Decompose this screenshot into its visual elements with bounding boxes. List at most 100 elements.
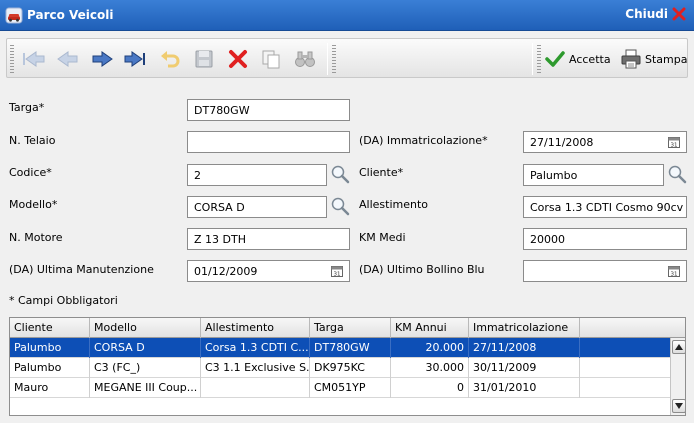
cell-allestimento: C3 1.1 Exclusive S... xyxy=(201,358,310,378)
table-row[interactable]: Palumbo C3 (FC_) C3 1.1 Exclusive S... D… xyxy=(10,358,670,378)
codice-lookup-search-icon[interactable] xyxy=(330,164,350,184)
ultima-manutenzione-field[interactable]: 01/12/2009 31 xyxy=(187,260,350,282)
table-row[interactable]: Palumbo CORSA D Corsa 1.3 CDTI C... DT78… xyxy=(10,338,670,358)
arrow-down-icon xyxy=(675,403,683,409)
save-icon xyxy=(195,50,213,68)
calendar-day: 31 xyxy=(671,272,678,278)
cliente-lookup-search-icon[interactable] xyxy=(667,164,687,184)
cell-modello: C3 (FC_) xyxy=(90,358,201,378)
cell-modello: CORSA D xyxy=(90,338,201,358)
cell-targa: DK975KC xyxy=(310,358,391,378)
toolbar-separator xyxy=(327,43,328,75)
delete-button[interactable] xyxy=(223,43,253,75)
grid-header: Cliente Modello Allestimento Targa KM An… xyxy=(10,318,685,338)
column-header-cliente[interactable]: Cliente xyxy=(10,318,90,338)
cell-km-annui: 30.000 xyxy=(391,358,469,378)
calendar-day: 31 xyxy=(334,272,341,278)
close-icon xyxy=(672,7,686,21)
title-bar: Parco Veicoli Chiudi xyxy=(0,0,694,31)
close-label: Chiudi xyxy=(625,7,668,21)
column-header-modello[interactable]: Modello xyxy=(90,318,201,338)
cliente-label: Cliente* xyxy=(359,166,404,179)
immatricolazione-field[interactable]: 27/11/2008 31 xyxy=(523,131,687,153)
modello-field[interactable]: CORSA D xyxy=(187,196,327,218)
next-record-button[interactable] xyxy=(87,43,117,75)
arrow-up-icon xyxy=(675,344,683,350)
toolbar-grip[interactable] xyxy=(537,45,541,73)
cell-modello: MEGANE III Coup... xyxy=(90,378,201,398)
scroll-up-button[interactable] xyxy=(672,340,685,354)
telaio-field[interactable] xyxy=(187,131,350,153)
printer-icon xyxy=(621,49,641,69)
immatricolazione-value: 27/11/2008 xyxy=(530,136,594,149)
cell-immatricolazione: 27/11/2008 xyxy=(469,338,580,358)
window-title: Parco Veicoli xyxy=(27,8,114,22)
motore-field[interactable]: Z 13 DTH xyxy=(187,228,350,250)
calendar-icon[interactable]: 31 xyxy=(668,265,680,277)
calendar-icon[interactable]: 31 xyxy=(331,265,343,277)
ultima-manutenzione-label: (DA) Ultima Manutenzione xyxy=(9,263,154,276)
toolbar-separator xyxy=(532,43,533,75)
km-medi-field[interactable]: 20000 xyxy=(523,228,687,250)
motore-label: N. Motore xyxy=(9,231,63,244)
cell-cliente: Mauro xyxy=(10,378,90,398)
print-button[interactable]: Stampa xyxy=(621,45,687,73)
check-icon xyxy=(545,51,565,67)
column-header-km-annui[interactable]: KM Annui xyxy=(391,318,469,338)
cell-allestimento: Corsa 1.3 CDTI C... xyxy=(201,338,310,358)
km-medi-label: KM Medi xyxy=(359,231,406,244)
cell-targa: DT780GW xyxy=(310,338,391,358)
immatricolazione-label: (DA) Immatricolazione* xyxy=(359,134,488,147)
search-button[interactable] xyxy=(290,43,320,75)
modello-lookup-search-icon[interactable] xyxy=(330,196,350,216)
scroll-down-button[interactable] xyxy=(672,399,685,413)
save-button[interactable] xyxy=(189,43,219,75)
targa-label: Targa* xyxy=(9,101,45,114)
cell-immatricolazione: 31/01/2010 xyxy=(469,378,580,398)
car-icon xyxy=(5,7,23,24)
codice-field[interactable]: 2 xyxy=(187,164,327,186)
ultima-manutenzione-value: 01/12/2009 xyxy=(194,265,258,278)
cell-km-annui: 0 xyxy=(391,378,469,398)
first-record-button[interactable] xyxy=(19,43,49,75)
previous-record-button[interactable] xyxy=(53,43,83,75)
copy-button[interactable] xyxy=(256,43,286,75)
undo-icon xyxy=(161,51,180,68)
toolbar-grip[interactable] xyxy=(332,45,336,73)
grid-vertical-scrollbar[interactable] xyxy=(670,338,685,415)
delete-icon xyxy=(229,50,247,68)
undo-button[interactable] xyxy=(155,43,185,75)
cell-cliente: Palumbo xyxy=(10,338,90,358)
column-header-immatricolazione[interactable]: Immatricolazione xyxy=(469,318,580,338)
ultimo-bollino-label: (DA) Ultimo Bollino Blu xyxy=(359,263,485,276)
column-header-allestimento[interactable]: Allestimento xyxy=(201,318,310,338)
table-row[interactable]: Mauro MEGANE III Coup... CM051YP 0 31/01… xyxy=(10,378,670,398)
cell-cliente: Palumbo xyxy=(10,358,90,378)
required-fields-note: * Campi Obbligatori xyxy=(9,294,118,307)
copy-icon xyxy=(262,50,280,69)
cell-targa: CM051YP xyxy=(310,378,391,398)
allestimento-field[interactable]: Corsa 1.3 CDTI Cosmo 90cv 5p xyxy=(523,196,687,218)
toolbar: Accetta Stampa xyxy=(6,38,688,78)
targa-field[interactable]: DT780GW xyxy=(187,99,350,121)
first-icon xyxy=(23,51,45,67)
calendar-day: 31 xyxy=(671,143,678,149)
cliente-field[interactable]: Palumbo xyxy=(523,164,664,186)
cell-allestimento xyxy=(201,378,310,398)
accept-button[interactable]: Accetta xyxy=(545,45,611,73)
toolbar-grip[interactable] xyxy=(10,45,14,73)
next-icon xyxy=(92,51,113,67)
binoculars-icon xyxy=(295,51,315,67)
ultimo-bollino-field[interactable]: 31 xyxy=(523,260,687,282)
modello-label: Modello* xyxy=(9,198,58,211)
column-header-targa[interactable]: Targa xyxy=(310,318,391,338)
previous-icon xyxy=(57,51,78,67)
last-icon xyxy=(124,51,145,67)
cell-km-annui: 20.000 xyxy=(391,338,469,358)
allestimento-label: Allestimento xyxy=(359,198,429,211)
close-button[interactable]: Chiudi xyxy=(625,7,686,21)
vehicles-grid: Cliente Modello Allestimento Targa KM An… xyxy=(9,317,686,416)
calendar-icon[interactable]: 31 xyxy=(668,136,680,148)
last-record-button[interactable] xyxy=(121,43,151,75)
telaio-label: N. Telaio xyxy=(9,134,56,147)
